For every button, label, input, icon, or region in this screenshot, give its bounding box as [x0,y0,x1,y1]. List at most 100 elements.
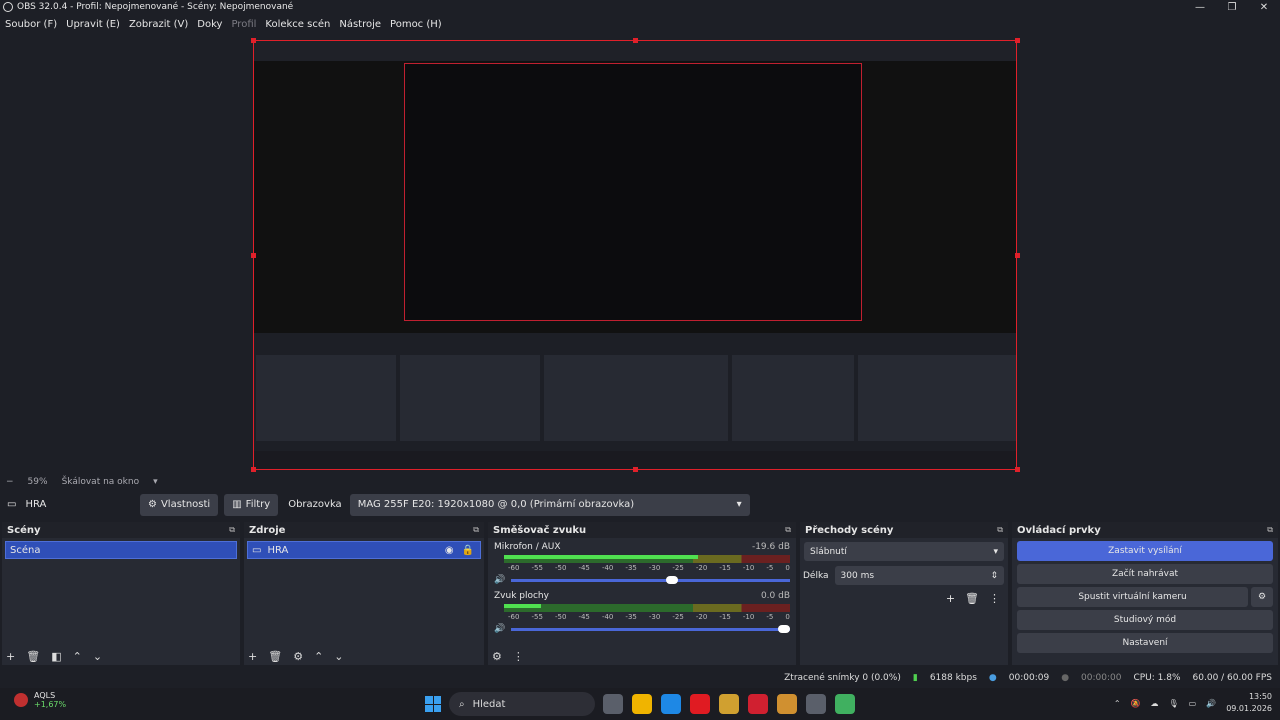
speaker-icon[interactable]: 🔊 [494,575,505,585]
resize-handle[interactable] [251,38,256,43]
stop-stream-button[interactable]: Zastavit vysílání [1017,541,1273,561]
display-select[interactable]: MAG 255F E20: 1920x1080 @ 0,0 (Primární … [349,493,750,516]
duration-input[interactable]: 300 ms ⇕ [834,566,1004,585]
trash-icon[interactable]: 🗑 [965,592,979,605]
resize-handle[interactable] [251,467,256,472]
undock-icon[interactable]: ⧉ [473,525,479,535]
more-icon[interactable]: ⋮ [513,650,524,663]
virtual-camera-button[interactable]: Spustit virtuální kameru [1017,587,1248,607]
add-icon[interactable]: + [6,650,15,663]
mixer-title: Směšovač zvuku [493,524,587,536]
resize-handle[interactable] [633,38,638,43]
clock[interactable]: 13:50 09.01.2026 [1226,691,1272,715]
audio-meter [504,604,790,612]
resize-handle[interactable] [1015,38,1020,43]
virtual-camera-settings-button[interactable]: ⚙ [1251,587,1273,607]
lock-icon[interactable]: 🔒 [462,545,474,556]
settings-button[interactable]: Nastavení [1017,633,1273,653]
chevron-up-icon[interactable]: ⌃ [1114,699,1121,708]
menu-item[interactable]: Upravit (E) [66,19,120,30]
studio-mode-button[interactable]: Studiový mód [1017,610,1273,630]
properties-button[interactable]: ⚙ Vlastnosti [140,493,219,516]
speaker-icon[interactable]: 🔊 [494,624,505,634]
filters-button[interactable]: ▥ Filtry [224,493,279,516]
nested-docks [254,333,1016,451]
menu-item[interactable]: Profil [231,19,256,30]
audio-meter [504,555,790,563]
transition-select[interactable]: Slábnutí ▾ [804,542,1004,561]
preview-canvas[interactable] [253,40,1017,470]
gear-icon[interactable]: ⚙ [293,650,303,663]
volume-slider[interactable] [511,575,790,584]
taskbar-app-icon[interactable] [690,694,710,714]
volume-slider[interactable] [511,624,790,633]
status-bar: Ztracené snímky 0 (0.0%) ▮ 6188 kbps ● 0… [0,668,1280,687]
nested-preview-menu [254,41,1016,61]
speaker-icon[interactable]: 🔊 [1206,699,1216,708]
taskbar-app-icon[interactable] [632,694,652,714]
close-button[interactable]: ✕ [1248,2,1280,13]
filter-icon[interactable]: ◧ [51,650,61,663]
undock-icon[interactable]: ⧉ [229,525,235,535]
microphone-icon[interactable]: 🎙 [1169,699,1179,708]
windows-start-icon[interactable] [425,696,441,712]
menu-item[interactable]: Doky [197,19,222,30]
move-up-icon[interactable]: ⌃ [73,650,82,663]
move-down-icon[interactable]: ⌄ [334,650,343,663]
minimize-button[interactable]: — [1184,2,1216,13]
scene-item[interactable]: Scéna [5,541,237,559]
eye-icon[interactable]: ◉ [445,545,454,556]
display-icon[interactable]: ▭ [1189,699,1197,708]
start-record-button[interactable]: Začít nahrávat [1017,564,1273,584]
zoom-out-icon[interactable]: − [6,477,14,487]
taskbar-app-icon[interactable] [748,694,768,714]
notification-off-icon[interactable]: 🔕 [1131,699,1141,708]
add-icon[interactable]: + [946,592,955,605]
undock-icon[interactable]: ⧉ [785,525,791,535]
maximize-button[interactable]: ❐ [1216,2,1248,13]
docks: Scény ⧉ Scéna + 🗑 ◧ ⌃ ⌄ Zdroje ⧉ ▭ HRA ◉ 🔒… [0,522,1280,665]
chevron-down-icon[interactable]: ▾ [153,477,158,487]
taskbar-app-icon[interactable] [806,694,826,714]
more-icon[interactable]: ⋮ [989,592,1000,605]
resize-handle[interactable] [251,253,256,258]
advanced-audio-icon[interactable]: ⚙ [492,650,502,663]
undock-icon[interactable]: ⧉ [997,525,1003,535]
scale-mode-select[interactable]: Škálovat na okno [62,477,140,487]
mixer-channel: Zvuk plochy 0.0 dB -60 -55 -50 -45 -40 -35 -30-… [488,585,796,634]
taskbar-app-icon[interactable] [719,694,739,714]
meter-tick-label: -40 [601,564,614,572]
move-up-icon[interactable]: ⌃ [314,650,323,663]
resize-handle[interactable] [1015,253,1020,258]
menu-item[interactable]: Kolekce scén [265,19,330,30]
meter-tick-label: -15 [719,613,731,621]
obs-logo-icon [3,2,13,12]
trash-icon[interactable]: 🗑 [26,650,40,663]
meter-tick-label: -25 [672,564,684,572]
bitrate: 6188 kbps [929,672,977,683]
taskbar-search[interactable]: ⌕ Hledat [449,692,595,716]
resize-handle[interactable] [633,467,638,472]
menu-item[interactable]: Zobrazit (V) [129,19,188,30]
source-item[interactable]: ▭ HRA ◉ 🔒 [247,541,481,559]
taskbar-app-icon[interactable] [661,694,681,714]
trash-icon[interactable]: 🗑 [268,650,282,663]
menu-item[interactable]: Nástroje [339,19,381,30]
add-icon[interactable]: + [248,650,257,663]
cloud-icon[interactable]: ☁ [1151,699,1159,708]
undock-icon[interactable]: ⧉ [1267,525,1273,535]
move-down-icon[interactable]: ⌄ [93,650,102,663]
taskbar-app-icon[interactable] [603,694,623,714]
resize-handle[interactable] [1015,467,1020,472]
meter-tick-label: 0 [785,564,790,572]
nested-preview [404,63,862,321]
signal-icon: ▮ [912,672,918,683]
menu-item[interactable]: Soubor (F) [5,19,57,30]
taskbar-app-icon[interactable] [835,694,855,714]
menu-item[interactable]: Pomoc (H) [390,19,442,30]
source-toolbar: ▭ HRA ⚙ Vlastnosti ▥ Filtry Obrazovka MA… [0,491,1280,518]
stock-widget[interactable]: AQLS +1,67% [14,691,66,709]
fps: 60.00 / 60.00 FPS [1192,672,1272,683]
taskbar-app-icon[interactable] [777,694,797,714]
spinner-icon[interactable]: ⇕ [990,571,998,581]
